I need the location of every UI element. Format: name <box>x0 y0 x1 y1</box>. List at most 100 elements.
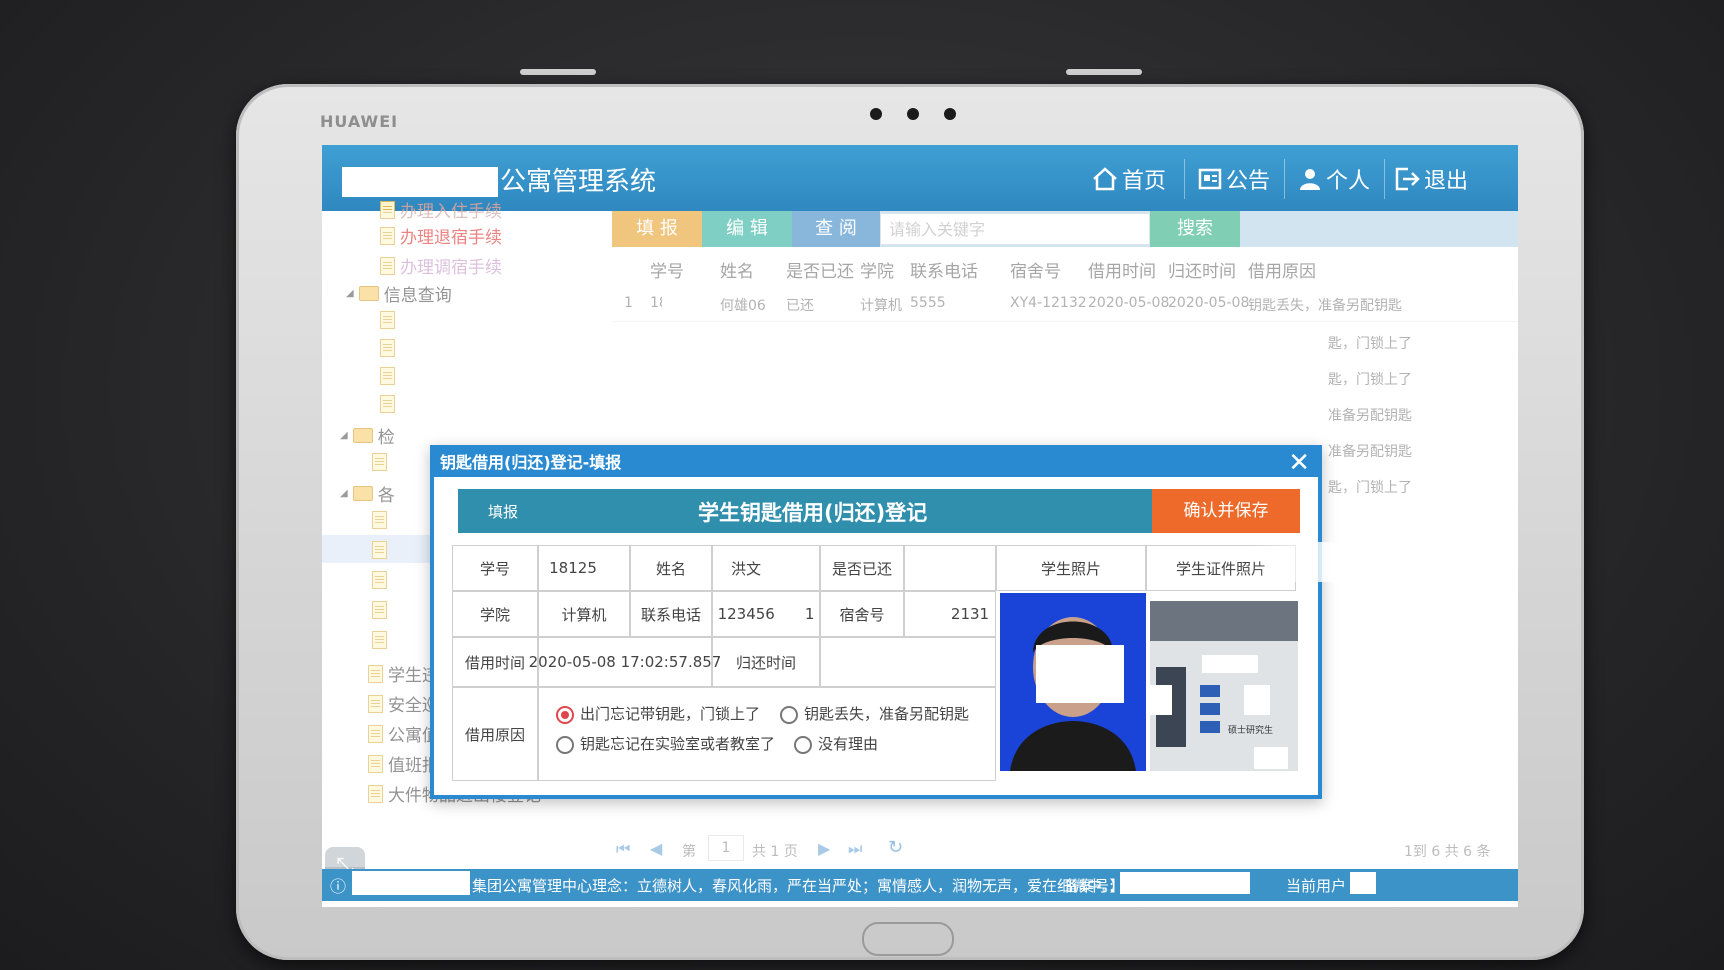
sidebar-folder-check[interactable]: ◢ 检 <box>340 423 395 448</box>
field-name[interactable]: 洪文 <box>712 545 820 591</box>
record-summary: 1到 6 共 6 条 <box>1404 844 1491 860</box>
table-row[interactable]: 匙，门锁上了 <box>612 361 1518 395</box>
sidebar-item[interactable] <box>380 339 395 357</box>
view-button[interactable]: 查 阅 <box>792 211 880 247</box>
column-header[interactable]: 借用原因 <box>1248 257 1316 282</box>
sidebar-item[interactable] <box>380 395 395 413</box>
refresh-icon[interactable]: ↻ <box>888 837 903 858</box>
sidebar-item-label: 各 <box>377 486 395 506</box>
first-page-icon[interactable]: ⏮ <box>616 839 630 859</box>
sidebar-item[interactable] <box>372 631 387 649</box>
sidebar-item[interactable] <box>372 511 387 529</box>
sidebar-item[interactable] <box>372 453 387 471</box>
table-row[interactable]: 1 18 何雄06 已还 计算机 5555 XY4-12132 2020-05-… <box>612 287 1518 322</box>
label-college: 学院 <box>452 591 538 637</box>
sidebar-item-label: 办理调宿手续 <box>400 258 502 278</box>
page-number-input[interactable]: 1 <box>708 835 744 861</box>
screen: 公寓管理系统 首页 公告 个人 退出 办理入住手续 办理退宿手续 办理调宿手续 … <box>322 145 1518 907</box>
column-header[interactable]: 宿舍号 <box>1010 257 1061 282</box>
document-icon <box>372 631 387 649</box>
student-id-card-photo[interactable]: 硕士研究生 <box>1150 601 1298 771</box>
column-header[interactable]: 借用时间 <box>1088 257 1156 282</box>
cell-name: 何雄06 <box>720 298 766 314</box>
field-returned[interactable] <box>904 545 996 591</box>
field-phone[interactable]: 123456 1 <box>712 591 820 637</box>
reason-option-lost[interactable]: 钥匙丢失，准备另配钥匙 <box>780 703 969 724</box>
field-dorm[interactable]: 2131 <box>904 591 996 637</box>
column-header[interactable]: 学号 <box>650 257 684 282</box>
sidebar-folder-query[interactable]: ◢ 信息查询 <box>346 281 452 306</box>
column-header[interactable]: 姓名 <box>720 257 754 282</box>
document-icon <box>372 601 387 619</box>
label-name: 姓名 <box>630 545 712 591</box>
sidebar-folder-misc[interactable]: ◢ 各 <box>340 481 395 506</box>
confirm-save-button[interactable]: 确认并保存 <box>1152 489 1300 533</box>
motto-text: 集团公寓管理中心理念：立德树人，春风化雨，严在当严处；寓情感人，润物无声，爱在细… <box>472 877 1125 895</box>
nav-divider <box>1184 159 1185 199</box>
toolbar: 填 报 编 辑 查 阅 请输入关键字 搜索 <box>612 211 1518 247</box>
page-prefix: 第 <box>682 844 696 860</box>
column-header[interactable]: 是否已还 <box>786 257 854 282</box>
table-row[interactable]: 准备另配钥匙 <box>612 397 1518 431</box>
current-user-label: 当前用户 <box>1286 877 1347 895</box>
sidebar-item[interactable] <box>372 601 387 619</box>
search-input[interactable]: 请输入关键字 <box>880 213 1150 245</box>
reason-label: 钥匙丢失，准备另配钥匙 <box>804 705 970 723</box>
cell-reason: 匙，门锁上了 <box>1328 336 1412 352</box>
column-header[interactable]: 归还时间 <box>1168 257 1236 282</box>
reason-option-forgot[interactable]: 出门忘记带钥匙，门锁上了 <box>556 703 760 724</box>
radio-icon <box>556 735 574 754</box>
folder-icon <box>352 486 373 501</box>
nav-notice[interactable]: 公告 <box>1198 163 1270 195</box>
next-page-icon[interactable]: ▶ <box>818 839 830 858</box>
column-header[interactable]: 学院 <box>860 257 894 282</box>
name-value: 洪文 <box>730 559 761 578</box>
id-card-icon <box>1150 601 1298 771</box>
reason-option-lab[interactable]: 钥匙忘记在实验室或者教室了 <box>556 733 775 754</box>
table-row[interactable]: 匙，门锁上了 <box>612 325 1518 359</box>
sidebar-item[interactable] <box>380 311 395 329</box>
power-button <box>1066 69 1142 75</box>
app-title: 公寓管理系统 <box>500 167 657 197</box>
sidebar-item-transfer[interactable]: 办理调宿手续 <box>380 253 502 278</box>
sidebar-item-checkin[interactable]: 办理入住手续 <box>380 197 502 222</box>
sidebar-item-checkout[interactable]: 办理退宿手续 <box>380 223 502 248</box>
reason-option-none[interactable]: 没有理由 <box>794 733 878 754</box>
record-label: 备案号: <box>1064 877 1115 895</box>
nav-home-label: 首页 <box>1122 169 1167 194</box>
cell-reason: 匙，门锁上了 <box>1328 372 1412 388</box>
collapse-triangle-icon: ◢ <box>340 488 348 499</box>
prev-page-icon[interactable]: ◀ <box>650 839 662 858</box>
sidebar-item[interactable] <box>380 367 395 385</box>
screen-glare <box>1252 542 1452 582</box>
borrow-dialog: 钥匙借用(归还)登记-填报 ✕ 填报 学生钥匙借用(归还)登记 确认并保存 学号… <box>430 445 1322 799</box>
sidebar-item[interactable] <box>372 571 387 589</box>
cell-dorm: XY4-12132 <box>1010 295 1087 311</box>
nav-logout[interactable]: 退出 <box>1394 163 1468 195</box>
sidebar-item-label: 信息查询 <box>383 286 452 306</box>
sidebar-item[interactable] <box>372 541 387 559</box>
cell-phone: 5555 <box>910 295 946 311</box>
search-button[interactable]: 搜索 <box>1150 211 1240 247</box>
nav-home[interactable]: 首页 <box>1092 163 1166 195</box>
grid-header: 学号 姓名 是否已还 学院 联系电话 宿舍号 借用时间 归还时间 借用原因 <box>612 251 1518 283</box>
cell-returned: 已还 <box>786 298 814 314</box>
field-borrow-time[interactable]: 2020-05-08 17:02:57.857 <box>529 637 721 687</box>
student-photo[interactable] <box>1000 593 1146 771</box>
cell-college: 计算机 <box>860 298 902 314</box>
field-student-id[interactable]: 18125 <box>538 545 630 591</box>
cell-reason: 准备另配钥匙 <box>1328 444 1412 460</box>
radio-icon <box>794 735 812 754</box>
document-icon <box>368 754 383 773</box>
field-college[interactable]: 计算机 <box>538 591 630 637</box>
edit-button[interactable]: 编 辑 <box>702 211 792 247</box>
fill-button[interactable]: 填 报 <box>612 211 702 247</box>
home-key[interactable] <box>862 922 954 956</box>
label-student-id: 学号 <box>452 545 538 591</box>
field-return-time[interactable] <box>820 637 996 687</box>
close-icon[interactable]: ✕ <box>1288 449 1310 477</box>
nav-personal[interactable]: 个人 <box>1298 163 1370 195</box>
column-header[interactable]: 联系电话 <box>910 257 978 282</box>
info-icon: ⓘ <box>330 877 347 896</box>
last-page-icon[interactable]: ⏭ <box>848 839 862 859</box>
